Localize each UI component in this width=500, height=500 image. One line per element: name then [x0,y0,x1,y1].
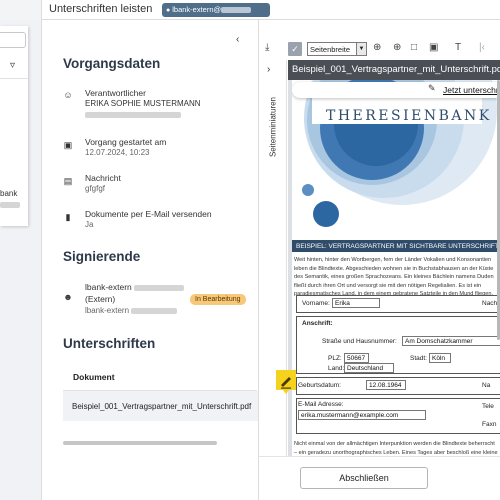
column-header-dokument: Dokument [73,372,115,382]
section-banner: BEISPIEL: VERTRAGSPARTNER MIT SICHTBARE … [292,240,500,252]
list-item-text[interactable]: bank [0,189,17,198]
calendar-icon: ▣ [63,140,73,150]
strasse-field[interactable]: Am Domschatzkammer [402,336,500,346]
signer-type: (Extern) [85,294,116,304]
top-left-stub [0,0,42,20]
zoom-select[interactable]: Seitenbreite ▼ [307,42,367,56]
pen-icon: ✎ [428,83,436,93]
signer-name-text: lbank-extern [85,282,132,292]
land-field[interactable]: Deutschland [344,363,394,373]
status-badge: In Bearbeitung [190,294,246,305]
vorgang-label: Vorgang gestartet am [85,137,167,147]
section-title-signierende: Signierende [63,249,141,264]
top-bar: Unterschriften leisten ● lbank-extern@ [0,0,500,20]
strasse-label: Straße und Hausnummer: [322,338,397,345]
fit-page-icon[interactable]: □ [411,42,417,53]
document-name[interactable]: Beispiel_001_Vertragspartner_mit_Untersc… [72,402,251,411]
geburtsdatum-field[interactable]: 12.08.1964 [366,380,406,390]
fax-label: Faxn [482,421,497,428]
stadt-field[interactable]: Köln [429,353,451,363]
viewer-footer: Abschließen [258,456,500,500]
section-title-vorgangsdaten: Vorgangsdaten [63,56,161,71]
signer-email-text: lbank-extern [85,306,130,315]
plz-field[interactable]: 50667 [344,353,369,363]
redacted-text [221,7,252,14]
process-list-panel: ▿ bank [0,20,42,500]
horizontal-scrollbar[interactable] [63,441,217,445]
chevron-left-icon[interactable]: ‹ [236,34,239,45]
zoom-in-icon[interactable]: ⊕ [393,42,401,53]
signer-email: lbank-extern [85,306,178,315]
user-chip: ● lbank-extern@ [162,3,270,17]
bank-name: THERESIENBANK [326,108,492,124]
outro-paragraph: Nicht einmal von der allmächtigen Interp… [294,441,498,456]
zoom-select-value: Seitenbreite [310,45,351,54]
nationalitaet-label: Na [482,382,491,389]
table-row[interactable]: Beispiel_001_Vertragspartner_mit_Untersc… [63,391,280,421]
chevron-right-icon[interactable]: › [267,64,270,75]
name-label: Vorname: [302,300,330,307]
viewer-toolbar: ⤓ ✓ Seitenbreite ▼ ⊕ ⊕ □ ▣ T |‹ [259,40,500,58]
search-input[interactable] [0,32,26,48]
nachricht-value: gfgfgf [85,184,106,193]
fit-width-icon[interactable]: ▣ [429,42,438,53]
table-header: Dokument [63,361,257,391]
thumbnail-sidebar: › Seitenminiaturen [259,60,287,460]
download-icon[interactable]: ⤓ [265,42,269,53]
abschliessen-button[interactable]: Abschließen [300,467,428,489]
first-page-icon[interactable]: |‹ [479,42,485,53]
geburtsdatum-label: Geburtsdatum: [298,382,341,389]
user-icon: ● [166,7,171,14]
sign-now-label: Jetzt unterschreiben [443,85,500,95]
page-title: Unterschriften leisten [49,3,153,15]
message-icon: ▤ [63,176,73,186]
sign-now-button[interactable]: ✎ Jetzt unterschreiben [292,82,500,98]
dokumente-label: Dokumente per E-Mail versenden [85,209,212,219]
stadt-label: Stadt: [410,355,427,362]
name-field[interactable]: Erika [332,298,380,308]
signature-marker-icon[interactable] [274,368,298,396]
email-label: E-Mail Adresse: [298,401,344,408]
document-icon: ▮ [65,212,71,222]
person-icon: ☺ [63,90,73,100]
verantwortlicher-name: ERIKA SOPHIE MUSTERMANN [85,99,201,108]
redacted-text [0,202,20,208]
nachricht-label: Nachricht [85,173,121,183]
bank-logo-art [302,80,497,227]
verantwortlicher-label: Verantwortlicher [85,88,146,98]
thumbnails-tab[interactable]: Seitenminiaturen [261,82,285,172]
document-canvas: Beispiel_001_Vertragspartner_mit_Untersc… [288,60,500,456]
dokumente-value: Ja [85,220,94,229]
vorgang-date: 12.07.2024, 10:23 [85,148,150,157]
document-page: THERESIENBANK ✎ Jetzt unterschreiben BEI… [292,80,500,456]
anschrift-label: Anschrift: [302,320,333,327]
text-select-icon[interactable]: T [455,42,461,53]
user-chip-label: lbank-extern@ [172,5,222,14]
telefon-label: Tele [482,403,494,410]
checkmark-icon[interactable]: ✓ [288,42,302,56]
process-list-card: ▿ bank [0,26,28,226]
land-label: Land: [328,365,345,372]
chevron-down-icon[interactable]: ▼ [356,43,366,55]
verantwortlicher-email [85,110,181,119]
nachname-label: Nach [482,300,498,307]
zoom-out-icon[interactable]: ⊕ [373,42,381,53]
divider [0,78,28,79]
document-title: Beispiel_001_Vertragspartner_mit_Untersc… [288,60,500,80]
intro-paragraph: Weit hinten, hinter den Wortbergen, fern… [294,257,494,297]
filter-icon[interactable]: ▿ [10,60,15,71]
details-panel: ‹ Vorgangsdaten ☺ Verantwortlicher ERIKA… [43,20,280,500]
signer-icon: ☻ [63,292,73,302]
email-field[interactable]: erika.mustermann@example.com [298,410,426,420]
thumbnails-label: Seitenminiaturen [268,96,278,158]
plz-label: PLZ: [328,355,342,362]
signer-name: lbank-extern [85,282,184,292]
section-title-unterschriften: Unterschriften [63,336,156,351]
